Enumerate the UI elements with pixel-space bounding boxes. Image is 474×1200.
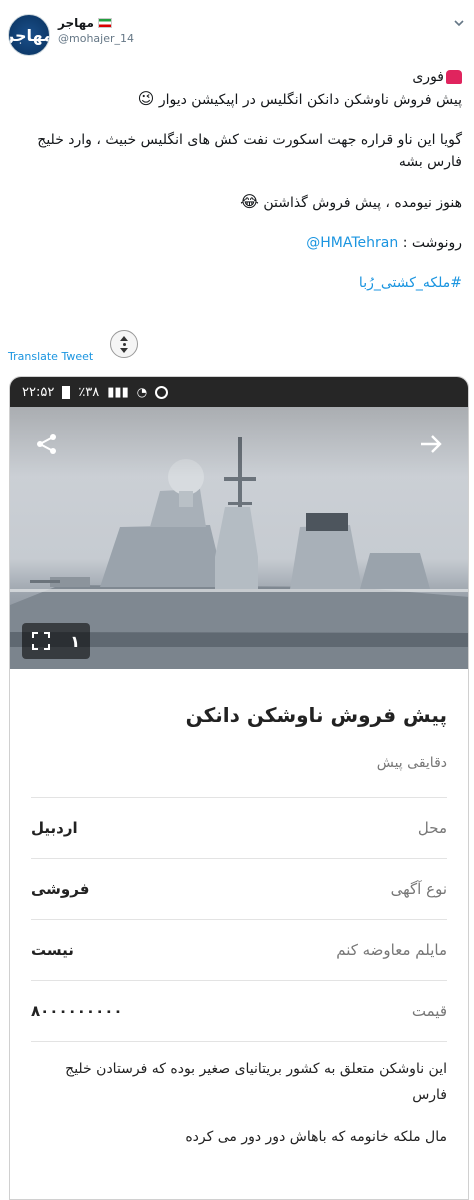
attached-image[interactable]: ۲۲:۵۲ ٪۳۸ ▮▮▮ ◔ ۱ پیش فروش ناوشکن دانکن …	[9, 376, 469, 1200]
gallery-count: ۱	[70, 631, 80, 651]
tweet-line-1: فوری	[10, 66, 462, 88]
detail-label: محل	[417, 819, 447, 837]
gallery-badge[interactable]: ۱	[22, 623, 90, 659]
detail-label: نوع آگهی	[390, 880, 447, 898]
chevron-down-icon[interactable]	[452, 16, 466, 30]
tweet-text: فوری پیش فروش ناوشکن دانکن انگلیس در اپی…	[10, 66, 462, 294]
detail-row-ad-type: نوع آگهی فروشی	[31, 859, 447, 920]
user-block[interactable]: مهاجر @mohajer_14	[58, 16, 134, 45]
display-name-text: مهاجر	[58, 16, 94, 30]
ad-description-2: مال ملکه خانومه که باهاش دور دور می کرده	[185, 1129, 447, 1145]
battery-icon	[62, 385, 71, 399]
tweet-line-2: پیش فروش ناوشکن دانکن انگلیس در اپیکیشن …	[137, 89, 462, 108]
ad-time: دقایقی پیش	[376, 755, 447, 771]
detail-row-location: محل اردبیل	[31, 798, 447, 859]
detail-label: قیمت	[411, 1002, 447, 1020]
signal-icon: ▮▮▮	[107, 384, 129, 400]
tweet-hashtag-line: #ملکه_کشتی_رُبا	[10, 272, 462, 294]
battery-level: ٪۳۸	[78, 384, 100, 400]
wink-emoji-icon: 😉	[137, 89, 155, 108]
detail-value: ۸۰۰۰۰۰۰۰۰۰	[31, 1002, 123, 1020]
wifi-icon: ◔	[136, 385, 148, 399]
display-name[interactable]: مهاجر	[58, 16, 134, 30]
alarm-icon	[155, 385, 169, 399]
siren-icon	[446, 70, 462, 84]
autoscroll-icon[interactable]	[110, 330, 138, 358]
mention-link[interactable]: @HMATehran	[306, 235, 398, 251]
detail-label: مایلم معاوضه کنم	[336, 941, 447, 959]
tweet-header: مهاجر مهاجر @mohajer_14	[8, 10, 466, 60]
detail-value: اردبیل	[31, 819, 78, 837]
status-time: ۲۲:۵۲	[22, 384, 55, 400]
share-icon[interactable]	[34, 431, 60, 457]
avatar[interactable]: مهاجر	[8, 14, 50, 56]
arrow-right-icon[interactable]	[418, 431, 444, 457]
tweet-retweet-line: رونوشت : @HMATehran	[306, 235, 462, 251]
ad-title: پیش فروش ناوشکن دانکن	[185, 703, 447, 727]
expand-icon	[32, 632, 50, 650]
avatar-text: مهاجر	[9, 25, 49, 45]
ad-details: پیش فروش ناوشکن دانکن دقایقی پیش محل ارد…	[10, 703, 468, 1150]
iran-flag-icon	[97, 18, 112, 28]
laugh-emoji-icon: 😂	[240, 192, 259, 211]
ship-photo[interactable]: ۱	[10, 407, 468, 669]
status-bar: ۲۲:۵۲ ٪۳۸ ▮▮▮ ◔	[10, 377, 468, 407]
detail-row-exchange: مایلم معاوضه کنم نیست	[31, 920, 447, 981]
translate-tweet-link[interactable]: Translate Tweet	[8, 350, 93, 363]
detail-row-price: قیمت ۸۰۰۰۰۰۰۰۰۰	[31, 981, 447, 1042]
ad-description: این ناوشکن متعلق به کشور بریتانیای صغیر …	[65, 1061, 447, 1103]
hashtag-link[interactable]: #ملکه_کشتی_رُبا	[359, 275, 462, 291]
tweet-line-3: گویا این ناو قراره جهت اسکورت نفت کش های…	[37, 132, 462, 170]
user-handle[interactable]: @mohajer_14	[58, 32, 134, 45]
detail-value: فروشی	[31, 880, 90, 898]
detail-value: نیست	[31, 941, 74, 959]
tweet-line-4: هنوز نیومده ، پیش فروش گذاشتن 😂	[240, 192, 462, 211]
